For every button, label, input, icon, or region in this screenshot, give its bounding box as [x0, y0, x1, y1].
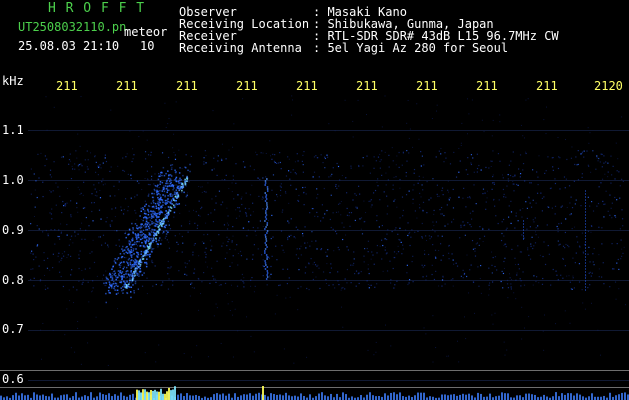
x-tick: 211: [116, 79, 138, 93]
y-tick: 1.1: [2, 123, 24, 137]
x-tick: 211: [416, 79, 438, 93]
x-tick: 211: [476, 79, 498, 93]
y-tick: 0.7: [2, 322, 24, 336]
file-name: UT2508032110.pn: [18, 20, 127, 34]
y-tick: 1.0: [2, 173, 24, 187]
y-axis-unit: kHz: [2, 74, 24, 88]
meteor-echo-trace: [103, 163, 191, 304]
x-tick: 211: [56, 79, 78, 93]
count-label: 10: [140, 39, 155, 53]
antenna-value: : 5el Yagi Az 280 for Seoul: [313, 41, 509, 55]
y-tick: 0.8: [2, 273, 24, 287]
x-tick: 211: [356, 79, 378, 93]
mode-label: meteor: [124, 25, 168, 39]
x-tick: 211: [296, 79, 318, 93]
spectrogram: [0, 95, 629, 400]
x-tick: 2120: [594, 79, 623, 93]
y-tick: 0.9: [2, 223, 24, 237]
x-tick: 211: [176, 79, 198, 93]
program-title: H R O F F T: [48, 1, 146, 16]
antenna-label: Receiving Antenna: [179, 41, 302, 55]
y-tick: 0.6: [2, 372, 24, 386]
frequency-gridlines: [0, 130, 629, 388]
x-tick: 211: [536, 79, 558, 93]
x-tick: 211: [236, 79, 258, 93]
datetime-label: 25.08.03 21:10: [18, 39, 120, 53]
signal-strength-strip: [0, 386, 629, 400]
vertical-interference-band: [264, 178, 586, 291]
